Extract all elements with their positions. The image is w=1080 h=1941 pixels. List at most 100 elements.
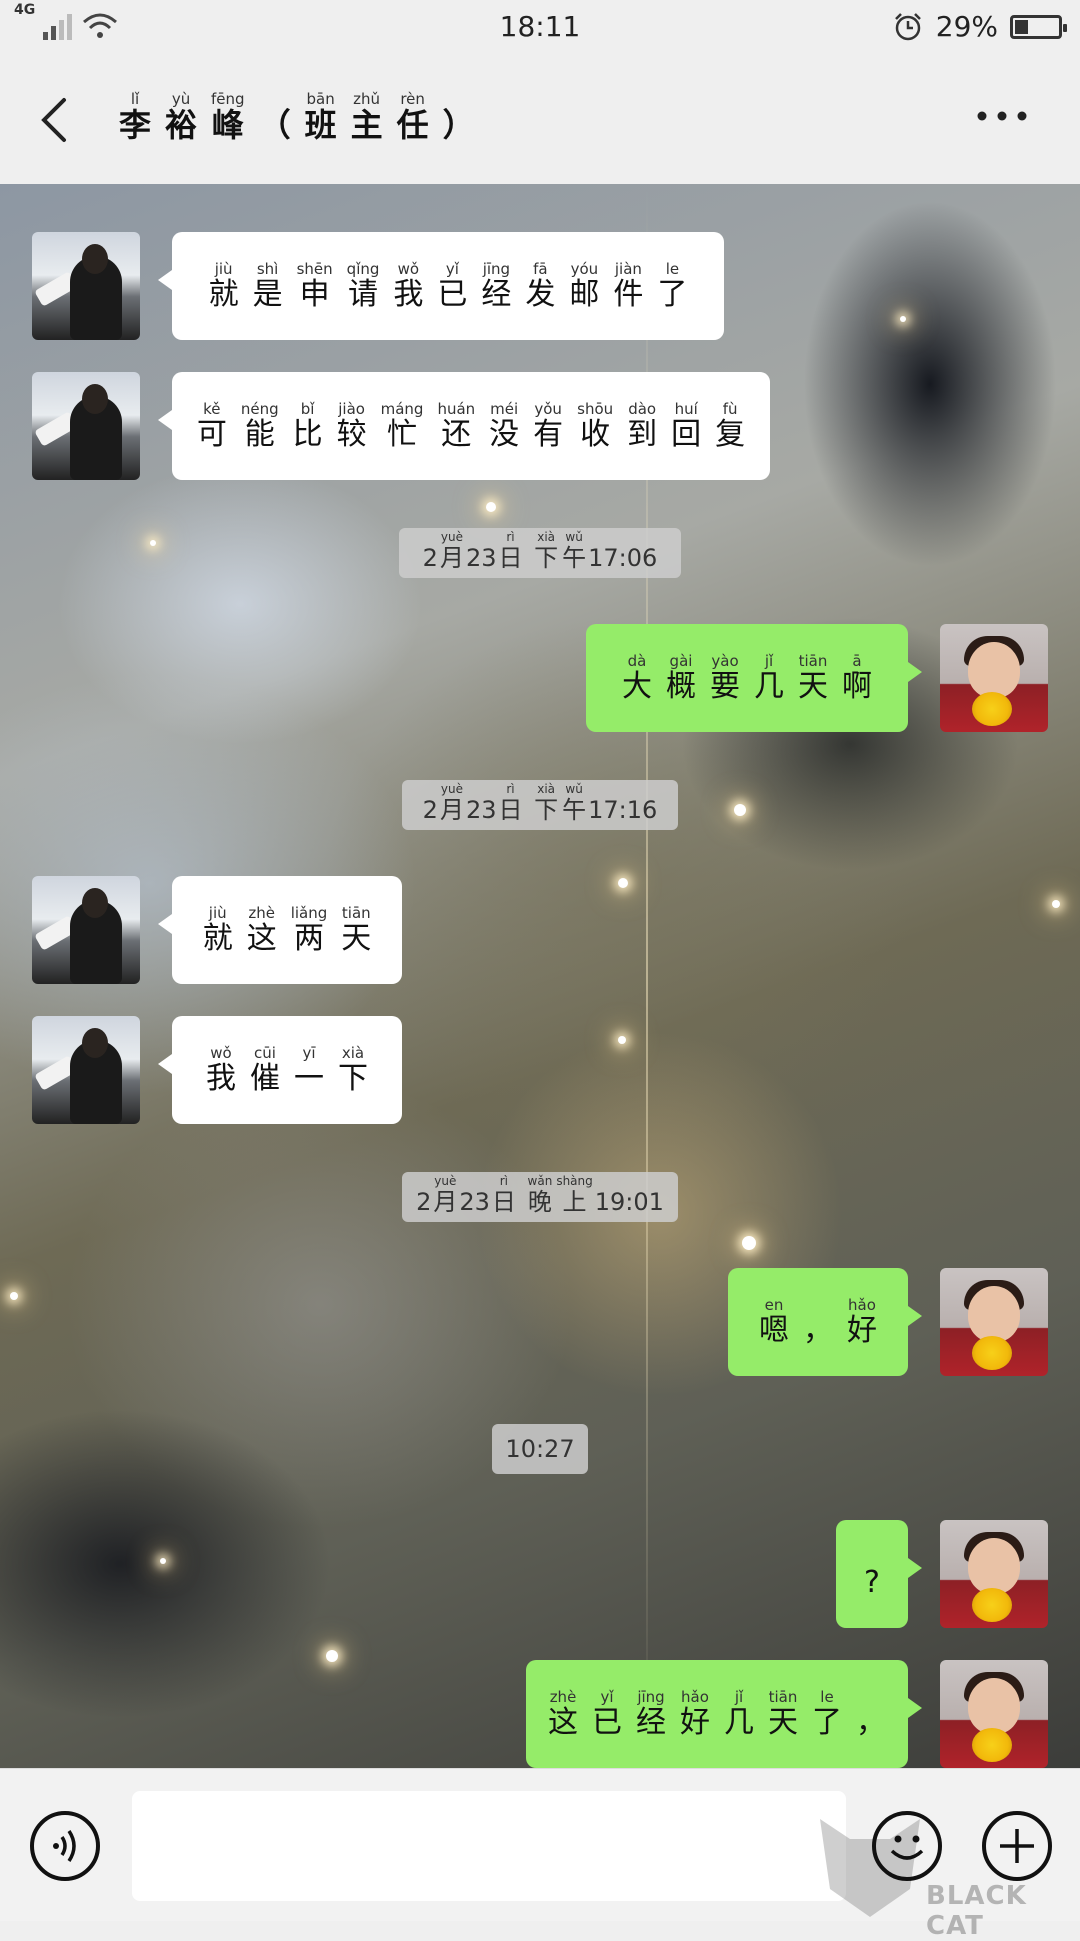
ruby-char: wǒ 我 bbox=[393, 260, 423, 312]
teacher-avatar[interactable] bbox=[32, 876, 140, 984]
ruby-char: shàng 上 bbox=[556, 1174, 592, 1216]
hanzi: 这 bbox=[246, 921, 277, 956]
back-arrow-icon[interactable] bbox=[34, 94, 82, 146]
ruby-char: rì 日 bbox=[492, 1174, 516, 1216]
pinyin: wǎn bbox=[527, 1174, 553, 1188]
ruby-char: rèn 任 bbox=[397, 90, 429, 142]
timestamp-text: 17:16 bbox=[588, 796, 658, 824]
chat-message-list[interactable]: jiù 就 shì 是 shēn 申 qǐng 请 wǒ 我 yǐ 已 jīng 经 fā 发 yóu 邮 jiàn… bbox=[0, 184, 1080, 1768]
ruby-char: ， bbox=[803, 1296, 833, 1348]
hanzi: 这 bbox=[548, 1705, 578, 1740]
teacher-avatar[interactable] bbox=[32, 372, 140, 480]
pinyin: yǐ bbox=[600, 1688, 614, 1706]
teacher-avatar[interactable] bbox=[32, 232, 140, 340]
pinyin: le bbox=[665, 260, 680, 278]
outgoing-message-bubble[interactable]: en 嗯 ， hǎo 好 bbox=[728, 1268, 922, 1376]
ruby-char: gài 概 bbox=[666, 652, 696, 704]
ruby-char: （ bbox=[259, 90, 291, 142]
hanzi: 请 bbox=[348, 277, 379, 312]
plus-icon[interactable] bbox=[982, 1811, 1052, 1881]
status-right: 29% bbox=[892, 10, 1067, 43]
pinyin: tiān bbox=[798, 652, 828, 670]
hanzi: 了 bbox=[812, 1705, 842, 1740]
pinyin: jiàn bbox=[614, 260, 642, 278]
hanzi: 几 bbox=[754, 669, 784, 704]
ruby-char: hǎo 好 bbox=[680, 1688, 710, 1740]
ruby-char: tiān 天 bbox=[341, 904, 371, 956]
hanzi: 经 bbox=[481, 277, 512, 312]
hanzi: （ bbox=[258, 106, 291, 144]
hanzi: 大 bbox=[622, 669, 652, 704]
pinyin: xià bbox=[537, 530, 556, 544]
outgoing-message-bubble[interactable]: zhè 这 yǐ 已 jīng 经 hǎo 好 jǐ 几 tiān 天 le 了 ， bbox=[526, 1660, 922, 1768]
incoming-message-bubble[interactable]: wǒ 我 cūi 催 yī 一 xià 下 bbox=[158, 1016, 402, 1124]
hanzi: 月 bbox=[439, 544, 464, 572]
user-avatar[interactable] bbox=[940, 624, 1048, 732]
ruby-char: shì 是 bbox=[253, 260, 283, 312]
hanzi: 件 bbox=[613, 277, 644, 312]
hanzi: 催 bbox=[250, 1061, 280, 1096]
outgoing-message-bubble[interactable]: ? bbox=[836, 1520, 922, 1628]
pinyin: jǐ bbox=[734, 1688, 744, 1706]
emoji-icon[interactable] bbox=[872, 1811, 942, 1881]
hanzi: 天 bbox=[768, 1705, 798, 1740]
pinyin: liǎng bbox=[290, 904, 328, 922]
hanzi: 日 bbox=[491, 1188, 516, 1216]
timestamp-text: 10:27 bbox=[505, 1435, 575, 1463]
ruby-char: yuè 月 bbox=[433, 1174, 457, 1216]
outgoing-message-bubble[interactable]: dà 大 gài 概 yào 要 jǐ 几 tiān 天 ā 啊 bbox=[586, 624, 922, 732]
hanzi: 好 bbox=[847, 1313, 877, 1348]
hanzi: 收 bbox=[580, 417, 611, 452]
hanzi: 下 bbox=[534, 544, 559, 572]
ruby-char: huí 回 bbox=[671, 400, 701, 452]
teacher-avatar[interactable] bbox=[32, 1016, 140, 1124]
hanzi: 已 bbox=[592, 1705, 622, 1740]
pinyin: hǎo bbox=[848, 1296, 876, 1314]
hanzi: 两 bbox=[294, 921, 324, 956]
pinyin: jǐ bbox=[764, 652, 774, 670]
ruby-char: yī 一 bbox=[294, 1044, 324, 1096]
pinyin: gài bbox=[669, 652, 693, 670]
pinyin: bǐ bbox=[300, 400, 315, 418]
user-avatar[interactable] bbox=[940, 1268, 1048, 1376]
pinyin: yuè bbox=[440, 530, 463, 544]
ruby-char: jīng 经 bbox=[636, 1688, 666, 1740]
pinyin: shōu bbox=[577, 400, 614, 418]
battery-percent: 29% bbox=[935, 10, 998, 43]
hanzi: 忙 bbox=[387, 417, 418, 452]
ruby-char: wǎn 晚 bbox=[528, 1174, 553, 1216]
pinyin: yóu bbox=[570, 260, 599, 278]
ruby-char: wǒ 我 bbox=[206, 1044, 236, 1096]
pinyin: jiù bbox=[208, 904, 227, 922]
ruby-char: yuè 月 bbox=[440, 530, 464, 572]
pinyin: néng bbox=[240, 400, 279, 418]
hanzi: 李 bbox=[119, 106, 152, 144]
ruby-char: jiù 就 bbox=[203, 904, 233, 956]
message-input[interactable] bbox=[132, 1791, 846, 1901]
pinyin: tiān bbox=[768, 1688, 798, 1706]
hanzi: 主 bbox=[350, 106, 383, 144]
voice-icon[interactable] bbox=[30, 1811, 100, 1881]
incoming-message-bubble[interactable]: kě 可 néng 能 bǐ 比 jiào 较 máng 忙 huán 还 méi 没 yǒu 有 shōu 收 d… bbox=[158, 372, 770, 480]
hanzi: ， bbox=[803, 1313, 833, 1348]
incoming-message-bubble[interactable]: jiù 就 shì 是 shēn 申 qǐng 请 wǒ 我 yǐ 已 jīng 经 fā 发 yóu 邮 jiàn… bbox=[158, 232, 724, 340]
pinyin: qǐng bbox=[346, 260, 380, 278]
user-avatar[interactable] bbox=[940, 1660, 1048, 1768]
ruby-char: kě 可 bbox=[197, 400, 227, 452]
pinyin: hǎo bbox=[681, 1688, 709, 1706]
ruby-char: ā啊 bbox=[842, 652, 872, 704]
ruby-char: néng 能 bbox=[241, 400, 279, 452]
pinyin: dào bbox=[628, 400, 657, 418]
ruby-char: lǐ 李 bbox=[119, 90, 151, 142]
hanzi: 就 bbox=[208, 277, 239, 312]
ruby-char: ? bbox=[864, 1548, 880, 1600]
alarm-icon bbox=[894, 12, 921, 40]
incoming-message-bubble[interactable]: jiù 就 zhè 这 liǎng 两 tiān 天 bbox=[158, 876, 402, 984]
hanzi: 邮 bbox=[569, 277, 600, 312]
more-dots-icon[interactable] bbox=[974, 106, 1030, 126]
timestamp-text: 19:01 bbox=[594, 1188, 664, 1216]
hanzi: 几 bbox=[724, 1705, 754, 1740]
user-avatar[interactable] bbox=[940, 1520, 1048, 1628]
ruby-char: zhè 这 bbox=[247, 904, 277, 956]
hanzi: ? bbox=[864, 1565, 880, 1600]
